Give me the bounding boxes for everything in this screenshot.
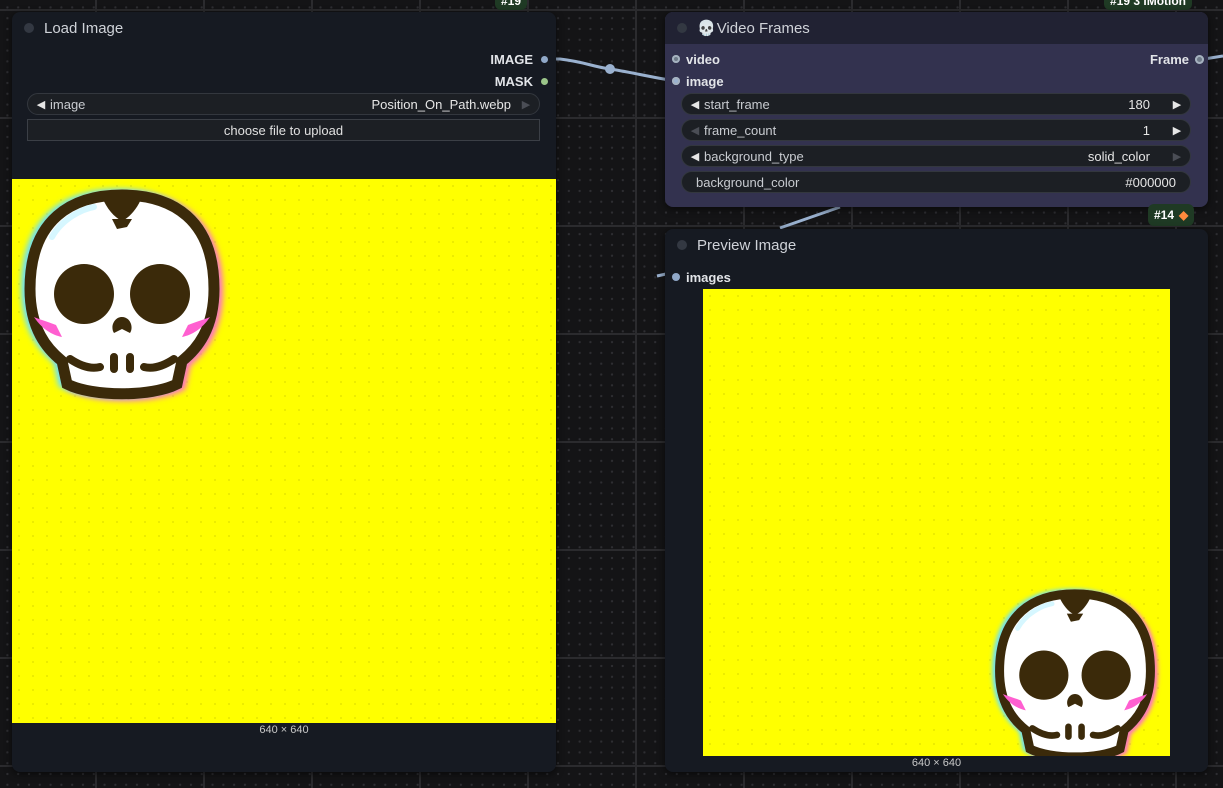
upload-button[interactable]: choose file to upload (27, 119, 540, 141)
combo-prev-arrow-icon[interactable]: ◀ (34, 98, 48, 111)
background-color-label: background_color (696, 174, 800, 190)
load-image-header[interactable]: Load Image (12, 12, 556, 44)
video-frames-title: Video Frames (716, 19, 810, 37)
input-images-row[interactable]: images (665, 267, 731, 287)
frame-count-increment-icon[interactable]: ▶ (1170, 124, 1184, 137)
preview-image-header[interactable]: Preview Image (665, 229, 1208, 261)
load-image-node[interactable]: Load Image IMAGE MASK ◀ image Position_O… (12, 12, 556, 772)
background-color-widget[interactable]: background_color #000000 (681, 171, 1191, 193)
output-frame-label: Frame (1149, 51, 1189, 67)
frame-count-label: frame_count (704, 122, 777, 138)
background-type-prev-icon[interactable]: ◀ (688, 150, 702, 163)
input-image-label: image (686, 73, 724, 89)
video-frames-header[interactable]: 💀 Video Frames (665, 12, 1208, 44)
skull-image (992, 589, 1158, 756)
video-frames-id-text: #14 (1154, 208, 1175, 222)
top-right-badge-text: #19 3 iMotion (1110, 0, 1187, 8)
input-video-label: video (686, 51, 720, 67)
output-image-label: IMAGE (490, 51, 533, 67)
loaded-image-preview (12, 179, 556, 723)
input-video-row[interactable]: video (665, 49, 720, 69)
image-combo-value: Position_On_Path.webp (371, 96, 511, 112)
frame-count-value: 1 (1142, 122, 1150, 138)
frame-count-decrement-icon[interactable]: ◀ (688, 124, 702, 137)
skull-image (20, 188, 224, 401)
collapse-dot-icon[interactable] (677, 240, 687, 250)
background-color-value: #000000 (1125, 174, 1176, 190)
start-frame-decrement-icon[interactable]: ◀ (688, 98, 702, 111)
output-frame-row[interactable]: Frame (1150, 49, 1208, 69)
link-reroute-dot (605, 64, 615, 74)
output-image-slot-icon[interactable] (541, 55, 548, 63)
preview-image-title: Preview Image (697, 236, 797, 254)
start-frame-label: start_frame (704, 96, 770, 112)
frame-count-widget[interactable]: ◀ frame_count 1 ▶ (681, 119, 1191, 141)
combo-next-arrow-icon[interactable]: ▶ (519, 98, 533, 111)
top-right-badge: #19 3 iMotion (1104, 0, 1193, 10)
start-frame-value: 180 (1128, 96, 1150, 112)
preview-image-canvas (703, 289, 1170, 756)
top-left-badge-text: #19 (501, 0, 522, 8)
output-mask-slot-icon[interactable] (541, 77, 548, 85)
preview-image-node[interactable]: Preview Image images 640 × 640 (665, 229, 1208, 772)
load-image-dimensions: 640 × 640 (259, 724, 309, 736)
background-type-widget[interactable]: ◀ background_type solid_color ▶ (681, 145, 1191, 167)
output-frame-slot-icon[interactable] (1195, 54, 1204, 64)
background-type-next-icon[interactable]: ▶ (1170, 150, 1184, 163)
load-image-title: Load Image (44, 19, 124, 37)
link-frame-to-preview (779, 205, 841, 230)
output-image-row[interactable]: IMAGE (490, 49, 556, 69)
start-frame-widget[interactable]: ◀ start_frame 180 ▶ (681, 93, 1191, 115)
input-images-label: images (686, 269, 731, 285)
background-type-label: background_type (704, 148, 804, 164)
video-frames-node[interactable]: 💀 Video Frames video image Frame ◀ start… (665, 12, 1208, 207)
top-left-badge: #19 (495, 0, 528, 10)
fox-icon: ◆ (1179, 208, 1189, 222)
input-image-slot-icon[interactable] (672, 77, 680, 85)
input-video-slot-icon[interactable] (672, 55, 680, 63)
background-type-value: solid_color (1087, 148, 1150, 164)
collapse-dot-icon[interactable] (677, 23, 687, 33)
video-frames-id-badge: #14 ◆ (1148, 204, 1195, 226)
output-mask-label: MASK (494, 73, 533, 89)
output-mask-row[interactable]: MASK (495, 71, 556, 91)
start-frame-increment-icon[interactable]: ▶ (1170, 98, 1184, 111)
preview-image-dimensions: 640 × 640 (911, 757, 962, 769)
input-image-row[interactable]: image (665, 71, 724, 91)
skull-title-icon: 💀 (697, 20, 716, 37)
input-images-slot-icon[interactable] (672, 273, 680, 281)
collapse-dot-icon[interactable] (24, 23, 34, 33)
image-combo-label: image (50, 96, 86, 112)
image-combo-widget[interactable]: ◀ image Position_On_Path.webp ▶ (27, 93, 540, 115)
